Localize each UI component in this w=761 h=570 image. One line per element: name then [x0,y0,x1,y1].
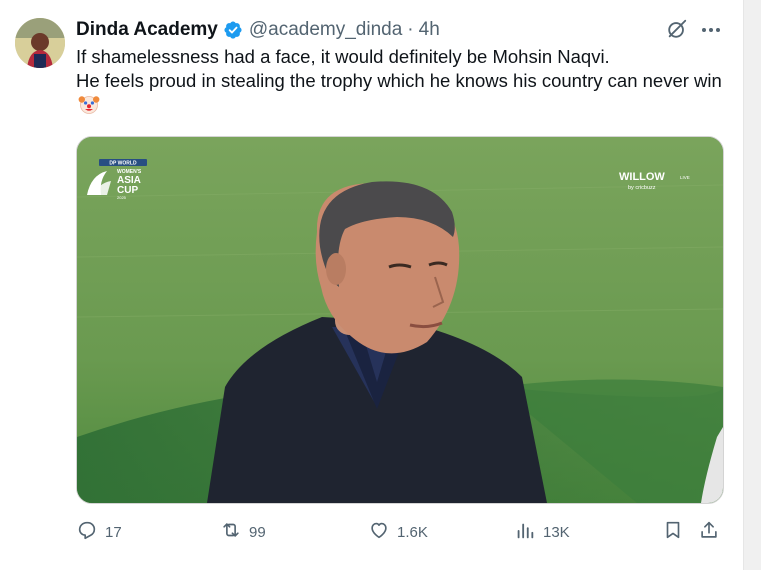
tweet-card[interactable]: Dinda Academy @academy_dinda · 4h If sha… [0,0,744,570]
grok-icon[interactable] [666,18,688,40]
clown-emoji-icon [78,93,100,115]
more-icon[interactable] [698,18,724,42]
tweet-time[interactable]: 4h [419,19,440,41]
repost-button[interactable]: 99 [220,518,266,546]
tweet-header: Dinda Academy @academy_dinda · 4h [76,16,440,44]
like-button[interactable]: 1.6K [368,518,428,546]
reply-button[interactable]: 17 [76,518,122,546]
author-handle[interactable]: @academy_dinda [249,19,402,41]
bookmark-icon [662,519,684,545]
like-icon [368,519,390,545]
logo-year-text: 2025 [117,195,127,200]
views-button[interactable]: 13K [514,518,570,546]
reply-count: 17 [105,523,122,541]
logo-sponsor-text: DP WORLD [109,161,137,167]
repost-count: 99 [249,523,266,541]
share-icon [698,519,720,545]
verified-badge-icon [223,20,243,40]
like-count: 1.6K [397,523,428,541]
tweet-text: If shamelessness had a face, it would de… [76,45,726,117]
tweet-actions: 17 99 1.6K 13K [76,518,726,546]
tweet-text-line-2-content: He feels proud in stealing the trophy wh… [76,70,722,91]
avatar[interactable] [15,18,65,68]
tweet-text-line-1: If shamelessness had a face, it would de… [76,46,610,67]
bookmark-button[interactable] [662,518,684,546]
separator-dot: · [407,19,414,40]
broadcaster-live-text: LIVE [680,175,690,180]
reply-icon [76,519,98,545]
repost-icon [220,519,242,545]
views-count: 13K [543,523,570,541]
tweet-text-line-2: He feels proud in stealing the trophy wh… [76,69,726,117]
broadcaster-sub-text: by cricbuzz [628,185,656,191]
broadcaster-name-text: WILLOW [619,171,665,183]
share-button[interactable] [698,518,720,546]
views-icon [514,519,536,545]
tweet-media-image[interactable]: DP WORLD WOMEN'S ASIA CUP 2025 WILLOW LI… [76,136,724,504]
author-name[interactable]: Dinda Academy [76,19,218,41]
